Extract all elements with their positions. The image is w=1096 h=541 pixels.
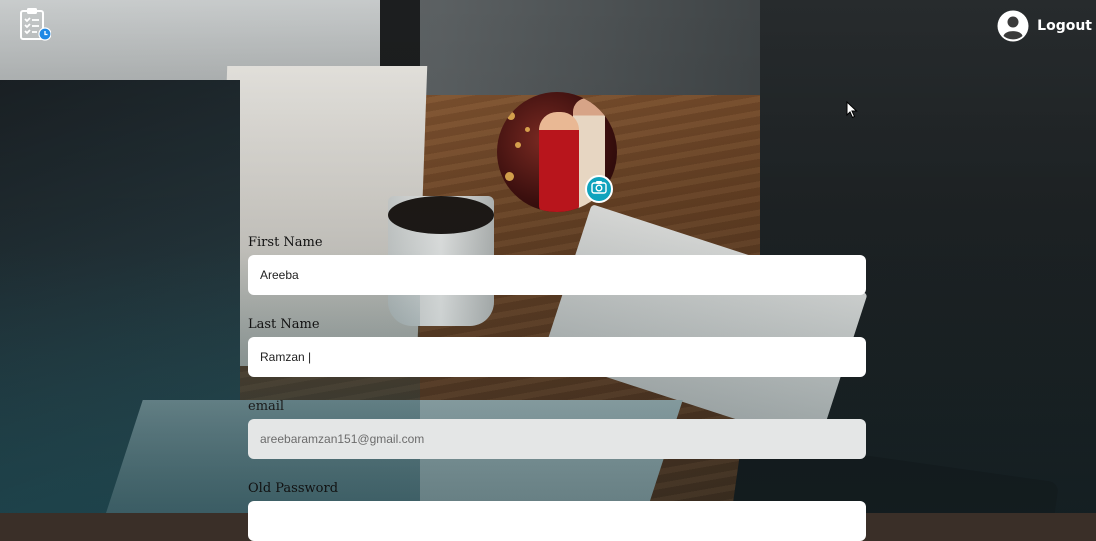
avatar-bokeh [507,112,515,120]
mouse-cursor-icon [846,100,858,119]
first-name-group: First Name [248,235,866,295]
email-group: email [248,399,866,459]
camera-icon [591,180,607,199]
logout-label: Logout [1037,18,1092,34]
first-name-label: First Name [248,235,323,250]
old-password-label: Old Password [248,481,339,496]
last-name-group: Last Name [248,317,866,377]
old-password-group: Old Password [248,481,866,541]
avatar-bokeh [505,172,514,181]
email-label: email [248,399,285,414]
change-photo-button[interactable] [585,175,613,203]
avatar-bokeh [515,142,521,148]
old-password-input[interactable] [248,501,866,541]
header-bar: Logout [0,0,1096,52]
logout-button[interactable]: Logout [997,10,1092,42]
first-name-input[interactable] [248,255,866,295]
user-circle-icon [997,10,1029,42]
last-name-input[interactable] [248,337,866,377]
last-name-label: Last Name [248,317,320,332]
clipboard-checklist-icon[interactable] [19,7,52,41]
avatar-figure [539,112,579,212]
avatar-bokeh [525,127,530,132]
email-input [248,419,866,459]
